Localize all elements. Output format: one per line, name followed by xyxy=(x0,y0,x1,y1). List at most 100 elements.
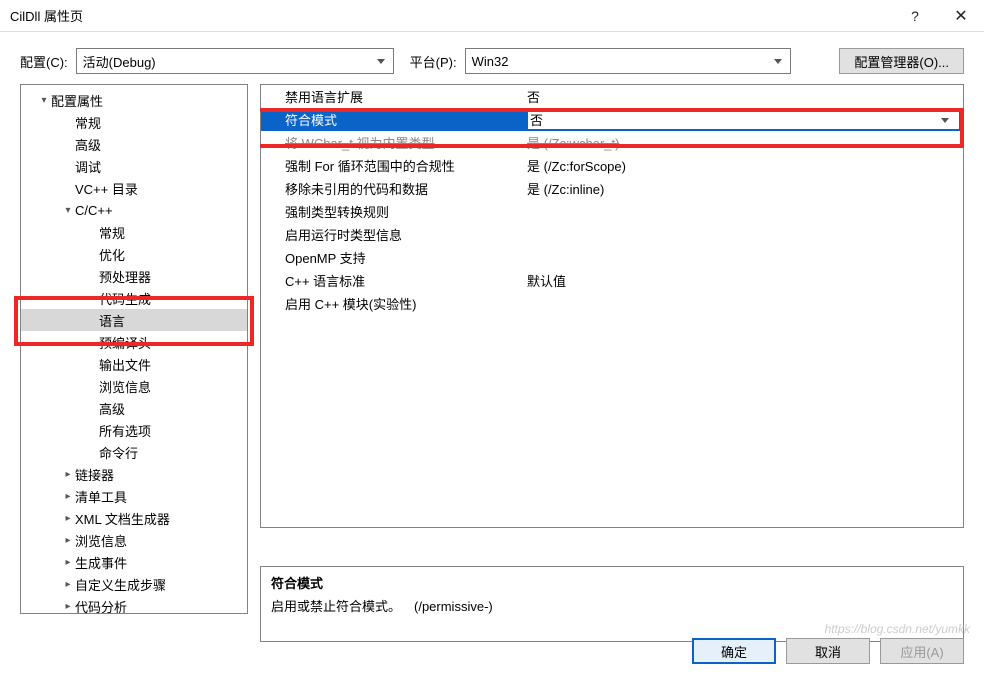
tree-node[interactable]: ▾C/C++ xyxy=(21,199,247,221)
property-label: 强制 For 循环范围中的合规性 xyxy=(261,156,527,175)
expander-closed-icon[interactable]: ▸ xyxy=(61,579,75,590)
tree-node-label: 生成事件 xyxy=(75,553,127,572)
property-value[interactable]: 否 xyxy=(527,109,960,130)
tree-node[interactable]: 预编译头 xyxy=(21,331,247,353)
tree-node-label: 代码分析 xyxy=(75,597,127,615)
tree-node-label: 自定义生成步骤 xyxy=(75,575,166,594)
cancel-button[interactable]: 取消 xyxy=(786,638,870,664)
property-row[interactable]: 禁用语言扩展否 xyxy=(261,85,963,108)
property-value[interactable]: 是 (/Zc:wchar_t) xyxy=(527,133,963,152)
tree-node[interactable]: ▸代码分析 xyxy=(21,595,247,614)
ok-button[interactable]: 确定 xyxy=(692,638,776,664)
tree-node[interactable]: ▸链接器 xyxy=(21,463,247,485)
property-label: 启用 C++ 模块(实验性) xyxy=(261,294,527,313)
tree-node[interactable]: ▸清单工具 xyxy=(21,485,247,507)
tree-node-label: 常规 xyxy=(99,223,125,242)
tree-node-label: 预处理器 xyxy=(99,267,151,286)
help-button[interactable]: ? xyxy=(892,1,938,31)
tree-node[interactable]: ▸浏览信息 xyxy=(21,529,247,551)
dialog-footer: 确定 取消 应用(A) xyxy=(692,638,964,664)
property-row[interactable]: 强制 For 循环范围中的合规性是 (/Zc:forScope) xyxy=(261,154,963,177)
property-row[interactable]: 强制类型转换规则 xyxy=(261,200,963,223)
tree-node-label: 链接器 xyxy=(75,465,114,484)
titlebar: CilDll 属性页 ? ✕ xyxy=(0,0,984,32)
tree-node[interactable]: 高级 xyxy=(21,397,247,419)
property-label: C++ 语言标准 xyxy=(261,271,527,290)
expander-closed-icon[interactable]: ▸ xyxy=(61,491,75,502)
tree-node-label: 清单工具 xyxy=(75,487,127,506)
property-row[interactable]: OpenMP 支持 xyxy=(261,246,963,269)
tree-node[interactable]: VC++ 目录 xyxy=(21,177,247,199)
toolbar: 配置(C): 活动(Debug) 平台(P): Win32 配置管理器(O)..… xyxy=(0,32,984,84)
tree-node[interactable]: ▸XML 文档生成器 xyxy=(21,507,247,529)
property-label: 禁用语言扩展 xyxy=(261,87,527,106)
tree-node-label: 常规 xyxy=(75,113,101,132)
config-combo[interactable]: 活动(Debug) xyxy=(76,48,394,74)
config-label: 配置(C): xyxy=(20,52,68,71)
property-value[interactable]: 是 (/Zc:forScope) xyxy=(527,156,963,175)
tree-node-label: 命令行 xyxy=(99,443,138,462)
tree-node-label: 输出文件 xyxy=(99,355,151,374)
tree-node-label: VC++ 目录 xyxy=(75,179,138,198)
property-row[interactable]: 启用运行时类型信息 xyxy=(261,223,963,246)
tree-node[interactable]: 所有选项 xyxy=(21,419,247,441)
tree-node[interactable]: ▸生成事件 xyxy=(21,551,247,573)
property-value[interactable]: 否 xyxy=(527,87,963,106)
config-manager-button[interactable]: 配置管理器(O)... xyxy=(839,48,964,74)
tree-node-label: 浏览信息 xyxy=(99,377,151,396)
tree-node-label: 调试 xyxy=(75,157,101,176)
tree-node[interactable]: 调试 xyxy=(21,155,247,177)
platform-combo[interactable]: Win32 xyxy=(465,48,791,74)
tree-node[interactable]: 命令行 xyxy=(21,441,247,463)
property-label: OpenMP 支持 xyxy=(261,248,527,267)
property-label: 强制类型转换规则 xyxy=(261,202,527,221)
tree-node[interactable]: 高级 xyxy=(21,133,247,155)
property-row[interactable]: 移除未引用的代码和数据是 (/Zc:inline) xyxy=(261,177,963,200)
expander-open-icon[interactable]: ▾ xyxy=(61,205,75,216)
expander-closed-icon[interactable]: ▸ xyxy=(61,513,75,524)
tree-node[interactable]: 常规 xyxy=(21,221,247,243)
description-title: 符合模式 xyxy=(271,573,953,592)
tree-node-label: 配置属性 xyxy=(51,91,103,110)
close-button[interactable]: ✕ xyxy=(938,1,984,31)
tree-node-label: 预编译头 xyxy=(99,333,151,352)
property-value[interactable]: 默认值 xyxy=(527,271,963,290)
tree-node[interactable]: 输出文件 xyxy=(21,353,247,375)
property-grid[interactable]: 禁用语言扩展否符合模式否将 WChar_t 视为内置类型是 (/Zc:wchar… xyxy=(260,84,964,528)
tree-node[interactable]: 优化 xyxy=(21,243,247,265)
property-row[interactable]: C++ 语言标准默认值 xyxy=(261,269,963,292)
nav-tree[interactable]: ▾配置属性常规高级调试VC++ 目录▾C/C++常规优化预处理器代码生成语言预编… xyxy=(20,84,248,614)
property-row[interactable]: 将 WChar_t 视为内置类型是 (/Zc:wchar_t) xyxy=(261,131,963,154)
property-label: 移除未引用的代码和数据 xyxy=(261,179,527,198)
apply-button[interactable]: 应用(A) xyxy=(880,638,964,664)
tree-node-label: 浏览信息 xyxy=(75,531,127,550)
expander-closed-icon[interactable]: ▸ xyxy=(61,535,75,546)
tree-node-label: XML 文档生成器 xyxy=(75,509,170,528)
tree-node[interactable]: 预处理器 xyxy=(21,265,247,287)
property-label: 将 WChar_t 视为内置类型 xyxy=(261,133,527,152)
tree-node[interactable]: ▸自定义生成步骤 xyxy=(21,573,247,595)
expander-closed-icon[interactable]: ▸ xyxy=(61,601,75,612)
tree-node-label: 代码生成 xyxy=(99,289,151,308)
platform-label: 平台(P): xyxy=(410,52,457,71)
property-row[interactable]: 启用 C++ 模块(实验性) xyxy=(261,292,963,315)
tree-node-label: 语言 xyxy=(99,311,125,330)
expander-closed-icon[interactable]: ▸ xyxy=(61,469,75,480)
property-label: 符合模式 xyxy=(261,110,527,129)
tree-node[interactable]: ▾配置属性 xyxy=(21,89,247,111)
main-area: ▾配置属性常规高级调试VC++ 目录▾C/C++常规优化预处理器代码生成语言预编… xyxy=(0,84,984,652)
property-row[interactable]: 符合模式否 xyxy=(261,108,963,131)
expander-open-icon[interactable]: ▾ xyxy=(37,95,51,106)
tree-node[interactable]: 浏览信息 xyxy=(21,375,247,397)
description-body: 启用或禁止符合模式。 (/permissive-) xyxy=(271,596,953,615)
tree-node[interactable]: 常规 xyxy=(21,111,247,133)
property-value[interactable]: 是 (/Zc:inline) xyxy=(527,179,963,198)
expander-closed-icon[interactable]: ▸ xyxy=(61,557,75,568)
tree-node[interactable]: 代码生成 xyxy=(21,287,247,309)
platform-value: Win32 xyxy=(472,54,509,69)
tree-node[interactable]: 语言 xyxy=(21,309,247,331)
watermark: https://blog.csdn.net/yumkk xyxy=(825,622,970,636)
tree-node-label: C/C++ xyxy=(75,203,113,218)
tree-node-label: 高级 xyxy=(75,135,101,154)
tree-node-label: 所有选项 xyxy=(99,421,151,440)
